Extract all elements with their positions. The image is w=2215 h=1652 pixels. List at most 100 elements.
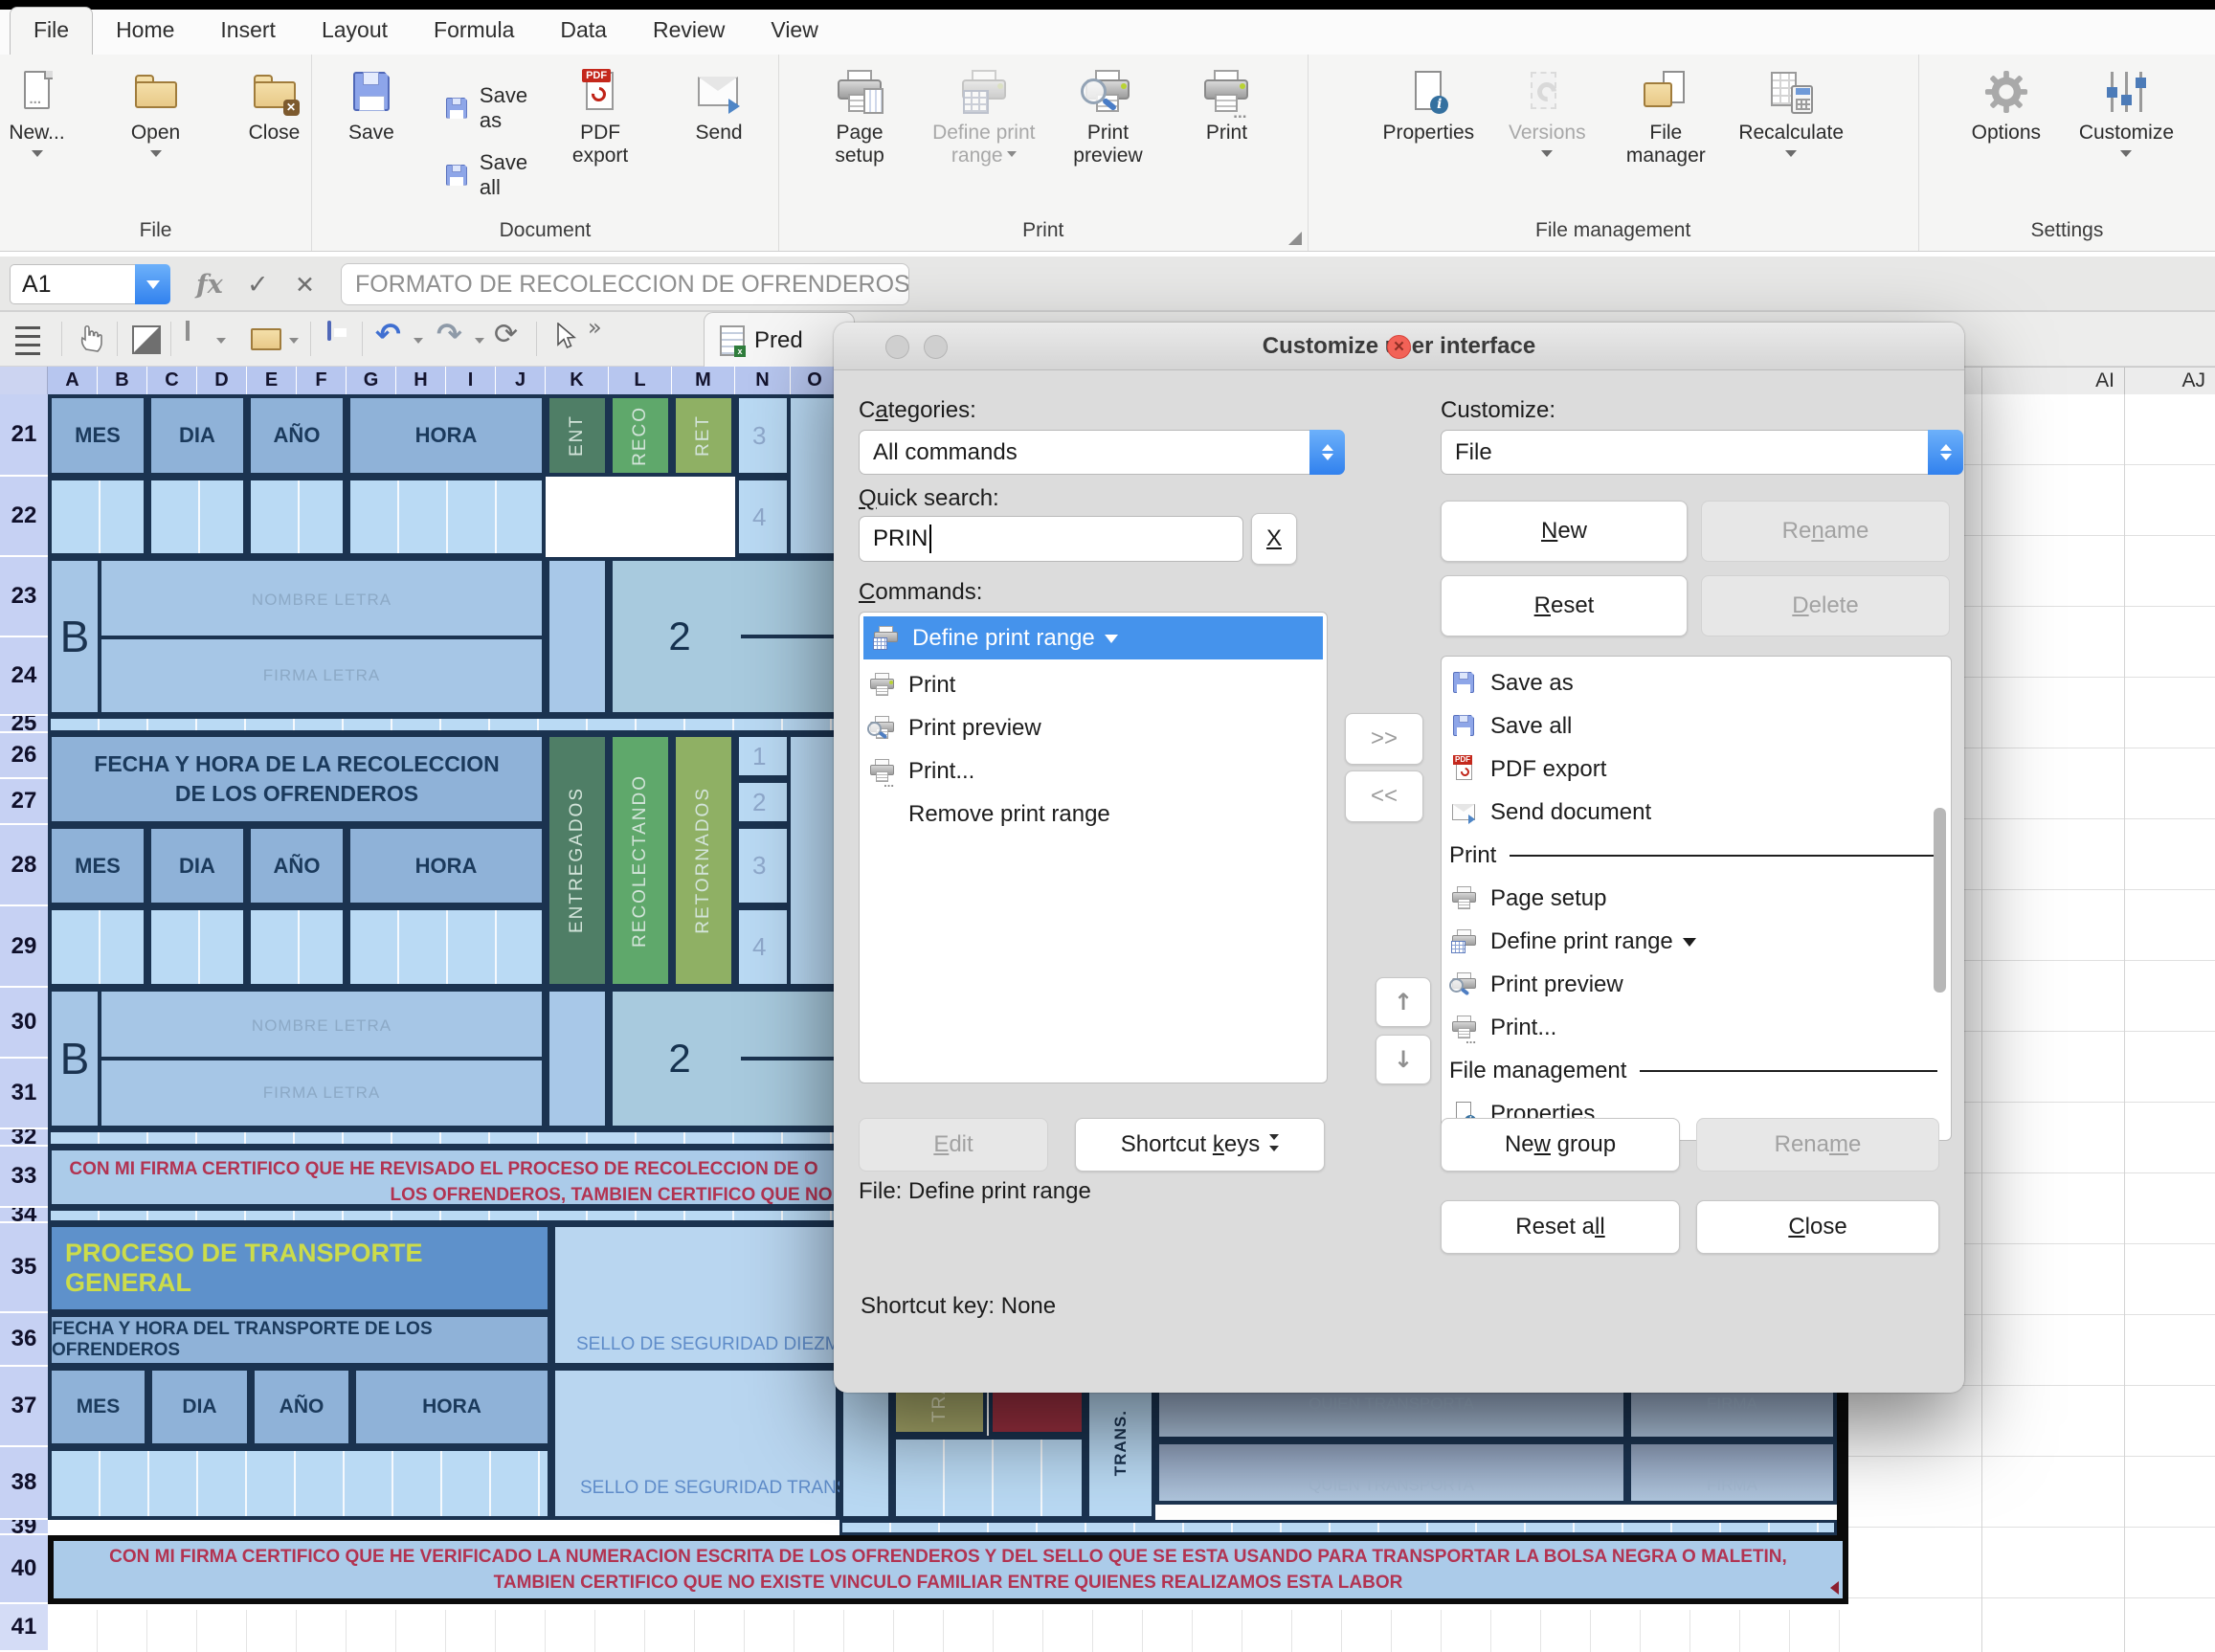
cell-fecha-transporte[interactable]: FECHA Y HORA DEL TRANSPORTE DE LOS OFREN…: [48, 1313, 551, 1367]
close-window-icon[interactable]: ✕: [1387, 335, 1411, 359]
tab-insert[interactable]: Insert: [197, 8, 299, 55]
cell-n4[interactable]: 4: [735, 477, 791, 557]
row-header-27[interactable]: 27: [0, 779, 48, 825]
tab-layout[interactable]: Layout: [299, 8, 411, 55]
item-define-print-range[interactable]: Define print range: [1442, 920, 1951, 963]
cell-quien-transporta-2[interactable]: QUIEN TRANSPORTA: [1155, 1440, 1627, 1505]
col-header-C[interactable]: C: [147, 367, 197, 394]
tab-view[interactable]: View: [748, 8, 840, 55]
cell-count-2b[interactable]: 2: [609, 988, 839, 1129]
cell-input[interactable]: [247, 906, 347, 988]
cell-input[interactable]: [48, 906, 147, 988]
row-header-22[interactable]: 22: [0, 477, 48, 557]
minimize-window-icon[interactable]: [885, 335, 909, 359]
pdf-export-button[interactable]: PDF PDF export: [554, 70, 646, 167]
col-header-O[interactable]: O: [791, 367, 839, 394]
row-header-25[interactable]: 25: [0, 716, 48, 733]
chevron-down-icon[interactable]: [410, 335, 423, 352]
cell-input[interactable]: [147, 906, 247, 988]
cell-mes-1[interactable]: MES: [48, 394, 147, 477]
cell-n4b[interactable]: 4: [735, 906, 791, 988]
cell-input[interactable]: [147, 477, 247, 557]
row-header-34[interactable]: 34: [0, 1208, 48, 1223]
cell-nombre-letra-2[interactable]: NOMBRE LETRA: [98, 988, 546, 1060]
cell-b-1[interactable]: B: [48, 557, 101, 716]
save-all-button[interactable]: Save all: [444, 150, 527, 200]
cursor-icon[interactable]: [555, 323, 578, 356]
cell-input[interactable]: [48, 1447, 551, 1520]
tab-file[interactable]: File: [10, 7, 93, 55]
dialog-titlebar[interactable]: ✕ Customize user interface: [834, 323, 1964, 370]
cell-strip[interactable]: [48, 716, 839, 733]
cell-hora-2[interactable]: HORA: [347, 825, 546, 906]
recalculate-button[interactable]: Recalculate: [1738, 70, 1844, 163]
versions-button[interactable]: Versions: [1501, 70, 1593, 163]
cell-ano-1[interactable]: AÑO: [247, 394, 347, 477]
file-manager-button[interactable]: File manager: [1620, 70, 1712, 167]
formula-input[interactable]: FORMATO DE RECOLECCION DE OFRENDEROS: [341, 263, 909, 305]
accept-icon[interactable]: ✓: [247, 264, 269, 304]
cell-n3b[interactable]: 3: [735, 825, 791, 906]
function-wizard-icon[interactable]: fx: [196, 264, 223, 304]
cancel-icon[interactable]: ✕: [295, 264, 315, 304]
close-button[interactable]: ✕ Close: [229, 70, 321, 145]
options-button[interactable]: Options: [1960, 70, 2052, 145]
col-header-D[interactable]: D: [197, 367, 247, 394]
cell-n2[interactable]: 2: [735, 779, 791, 825]
rename-entry-button[interactable]: Rename: [1696, 1118, 1939, 1172]
cell-sello-diezmos[interactable]: SELLO DE SEGURIDAD DIEZMOS: [551, 1223, 839, 1367]
delete-button[interactable]: Delete: [1701, 575, 1950, 636]
col-header-B[interactable]: B: [98, 367, 147, 394]
col-header-AJ[interactable]: AJ: [2124, 367, 2215, 394]
row-header-31[interactable]: 31: [0, 1059, 48, 1129]
chevron-down-icon[interactable]: [213, 335, 226, 352]
col-header-M[interactable]: M: [672, 367, 735, 394]
cell-b-2[interactable]: B: [48, 988, 101, 1129]
cell-dia-1[interactable]: DIA: [147, 394, 247, 477]
cell-strip[interactable]: [839, 1520, 1837, 1535]
clear-search-button[interactable]: X: [1251, 513, 1297, 565]
tab-data[interactable]: Data: [537, 8, 630, 55]
col-header-K[interactable]: K: [546, 367, 609, 394]
new-button[interactable]: New: [1441, 501, 1688, 562]
row-header-24[interactable]: 24: [0, 637, 48, 716]
col-header-J[interactable]: J: [496, 367, 546, 394]
scrollbar-thumb[interactable]: [1934, 808, 1946, 993]
new-group-button[interactable]: New group: [1441, 1118, 1680, 1172]
save-icon[interactable]: [327, 321, 331, 341]
dialog-launcher-icon[interactable]: [1288, 232, 1302, 245]
cell-dia-2[interactable]: DIA: [147, 825, 247, 906]
new-button[interactable]: ... New...: [0, 70, 83, 163]
col-header-I[interactable]: I: [446, 367, 496, 394]
edit-button[interactable]: Edit: [859, 1118, 1048, 1172]
row-header-33[interactable]: 33: [0, 1147, 48, 1208]
cell-blank[interactable]: [546, 988, 609, 1129]
name-box[interactable]: A1: [10, 264, 135, 304]
command-print-dots[interactable]: ... Print...: [860, 749, 1327, 793]
cell-blank[interactable]: [791, 733, 839, 988]
command-print-preview[interactable]: Print preview: [860, 706, 1327, 749]
more-tools-icon[interactable]: »: [588, 314, 602, 341]
row-header-35[interactable]: 35: [0, 1223, 48, 1313]
hand-pointer-icon[interactable]: [77, 323, 105, 358]
rename-button[interactable]: Rename: [1701, 501, 1950, 562]
cell-retornados[interactable]: RETORNADOS: [672, 733, 735, 988]
cell-n3[interactable]: 3: [735, 394, 791, 477]
row-header-32[interactable]: 32: [0, 1129, 48, 1147]
row-header-38[interactable]: 38: [0, 1447, 48, 1520]
empty-cells-grid[interactable]: [48, 1610, 1848, 1652]
save-as-button[interactable]: Save as: [444, 83, 527, 133]
col-header-AI[interactable]: AI: [1981, 367, 2124, 394]
refresh-icon[interactable]: ⟳: [494, 318, 518, 351]
row-header-21[interactable]: 21: [0, 394, 48, 477]
shortcut-keys-button[interactable]: Shortcut keys: [1075, 1118, 1325, 1172]
customize-select[interactable]: File: [1441, 430, 1963, 475]
cell-input[interactable]: [892, 1436, 1085, 1520]
item-pdf-export[interactable]: PDF PDF export: [1442, 748, 1951, 791]
item-print-preview[interactable]: Print preview: [1442, 963, 1951, 1006]
col-header-N[interactable]: N: [735, 367, 791, 394]
cell-sello-transporte[interactable]: SELLO DE SEGURIDAD TRANSPORTE: [551, 1367, 839, 1520]
item-print[interactable]: ... Print...: [1442, 1006, 1951, 1049]
row-header-26[interactable]: 26: [0, 733, 48, 779]
item-save-all[interactable]: Save all: [1442, 704, 1951, 748]
